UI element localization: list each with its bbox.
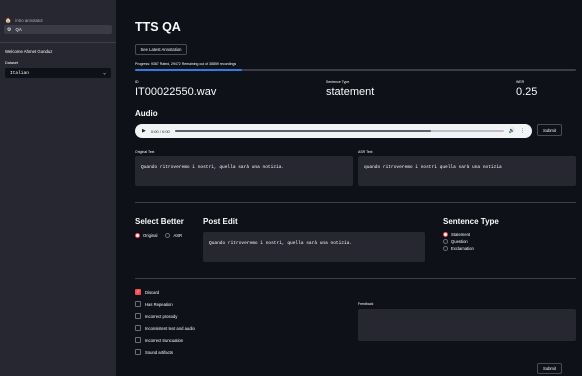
post-edit-heading: Post Edit <box>203 217 238 226</box>
dataset-select[interactable]: Italian ⌄ <box>5 68 111 78</box>
asr-text-box: quando ritroveremo i nostri quella sarà … <box>358 156 576 186</box>
radio-exclamation[interactable]: Exclamation <box>443 246 474 251</box>
checkbox-indicator <box>135 337 141 343</box>
radio-question[interactable]: Question <box>443 239 474 244</box>
audio-time: 0:00 / 0:00 <box>150 128 170 134</box>
wer-label: WER <box>516 80 525 84</box>
radio-label: Exclamation <box>451 246 474 251</box>
feedback-textarea[interactable] <box>358 309 576 341</box>
radio-statement[interactable]: Statement <box>443 232 474 237</box>
checkbox-sound-artifacts[interactable]: Sound artifacts <box>135 349 195 355</box>
flags-checkbox-group: ✓ Discard Has Repeation Incorrect prosod… <box>135 289 195 355</box>
sidebar-divider <box>0 42 116 43</box>
gear-icon: ⚙ <box>7 26 12 33</box>
radio-original[interactable]: Original <box>135 233 157 238</box>
volume-icon[interactable]: 🔊 <box>509 128 515 134</box>
checkbox-indicator <box>135 349 141 355</box>
checkbox-label: Inconsistent text and audio <box>145 325 195 331</box>
page-title: TTS QA <box>135 20 181 34</box>
sentence-type-value: statement <box>326 86 375 98</box>
id-value: IT00022550.wav <box>135 86 217 98</box>
section-divider <box>135 202 576 203</box>
play-icon[interactable]: ▶ <box>142 128 146 134</box>
radio-indicator <box>165 233 171 238</box>
sentence-type-heading: Sentence Type <box>443 217 499 226</box>
checkbox-label: Incorrect truncuation <box>145 337 184 343</box>
main-content: TTS QA See Latest Annotation Progress: 9… <box>116 0 582 376</box>
radio-asr[interactable]: ASR <box>165 233 182 238</box>
welcome-text: Welcome Ahmet Gunduz <box>5 49 53 54</box>
progress-bar-fill <box>135 69 242 71</box>
post-edit-textarea[interactable]: Quando ritroveremo i nostri, quella sarà… <box>203 232 425 262</box>
checkbox-indicator: ✓ <box>135 288 141 295</box>
sentence-type-radio-group: Statement Question Exclamation <box>443 232 474 251</box>
audio-submit-button[interactable]: Submit <box>537 124 562 136</box>
radio-indicator <box>135 233 140 238</box>
sentence-type-label: Sentence Type <box>326 80 350 84</box>
progress-bar <box>135 69 576 71</box>
submit-button[interactable]: Submit <box>537 363 562 374</box>
checkbox-label: Incorrect prosody <box>145 313 178 319</box>
radio-indicator <box>443 232 448 237</box>
feedback-label: Feedback <box>358 302 374 306</box>
radio-label: Statement <box>451 232 471 237</box>
section-divider <box>135 278 576 279</box>
see-latest-annotation-button[interactable]: See Latest Annotation <box>135 44 187 55</box>
dataset-label: Dataset <box>5 61 19 65</box>
more-options-icon[interactable]: ⋮ <box>520 128 525 134</box>
select-better-radio-group: Original ASR <box>135 233 182 238</box>
checkbox-incorrect-truncuation[interactable]: Incorrect truncuation <box>135 337 195 343</box>
radio-label: Question <box>451 239 468 244</box>
checkbox-indicator <box>135 325 141 331</box>
sidebar-item-intro-annotator[interactable]: 🏠 intro annotator <box>0 16 116 25</box>
radio-label: Original <box>143 233 158 238</box>
checkbox-label: Sound artifacts <box>145 349 173 355</box>
checkbox-inconsistent-text-audio[interactable]: Inconsistent text and audio <box>135 325 195 331</box>
audio-seek-bar[interactable] <box>174 130 504 132</box>
sidebar-item-label: intro annotator <box>15 18 43 23</box>
chevron-down-icon: ⌄ <box>102 70 106 76</box>
wer-value: 0.25 <box>516 86 538 98</box>
radio-label: ASR <box>173 233 183 238</box>
checkbox-label: Discard <box>145 289 160 295</box>
radio-indicator <box>443 246 448 251</box>
audio-seek-progress <box>174 130 432 132</box>
original-text-label: Original Text <box>135 150 155 154</box>
asr-text-label: ASR Text <box>358 150 373 154</box>
checkbox-incorrect-prosody[interactable]: Incorrect prosody <box>135 313 195 319</box>
sidebar-item-qa[interactable]: ⚙ QA <box>4 25 112 34</box>
original-text-box: Quando ritroveremo i nostri, quella sarà… <box>135 156 353 186</box>
audio-heading: Audio <box>135 109 158 118</box>
radio-indicator <box>443 239 448 244</box>
dataset-value: Italian <box>10 70 29 76</box>
sidebar-item-label: QA <box>15 27 22 32</box>
checkbox-label: Has Repeation <box>145 301 173 307</box>
audio-player: ▶ 0:00 / 0:00 🔊 ⋮ <box>135 124 532 138</box>
checkbox-discard[interactable]: ✓ Discard <box>135 289 195 295</box>
sidebar: 🏠 intro annotator ⚙ QA Welcome Ahmet Gun… <box>0 0 116 376</box>
select-better-heading: Select Better <box>135 217 184 226</box>
progress-text: Progress: 9387 Rated, 29472 Remaining ou… <box>135 62 237 66</box>
checkbox-indicator <box>135 301 141 307</box>
id-label: ID <box>135 80 139 84</box>
checkbox-has-repeation[interactable]: Has Repeation <box>135 301 195 307</box>
house-icon: 🏠 <box>5 17 12 24</box>
checkbox-indicator <box>135 313 141 319</box>
